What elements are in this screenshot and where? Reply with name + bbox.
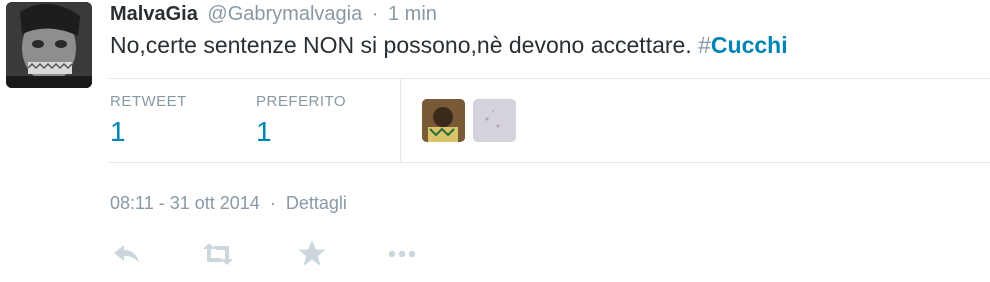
author-avatar-image — [6, 2, 92, 88]
reply-button[interactable] — [108, 236, 144, 272]
favorite-stat-label: PREFERITO — [256, 93, 347, 110]
tweet-timestamp[interactable]: 08:11 - 31 ott 2014 — [110, 193, 260, 213]
hashtag-link[interactable]: #Cucchi — [698, 32, 787, 58]
user-avatar-2[interactable] — [473, 99, 516, 142]
user-avatar-1[interactable] — [422, 99, 465, 142]
tweet-text: No,certe sentenze NON si possono,nè devo… — [110, 32, 788, 59]
author-fullname[interactable]: MalvaGia — [110, 3, 198, 25]
retweet-icon — [203, 243, 233, 265]
hashtag-text: Cucchi — [710, 32, 788, 58]
details-link[interactable]: Dettagli — [286, 193, 347, 213]
tweet-time-ago[interactable]: 1 min — [388, 3, 437, 25]
retweet-button[interactable] — [200, 236, 236, 272]
hashtag-symbol: # — [698, 32, 711, 58]
retweet-stat[interactable]: RETWEET 1 — [110, 93, 187, 148]
retweet-stat-label: RETWEET — [110, 93, 187, 110]
stats-vertical-separator — [400, 79, 401, 162]
tweet-metadata: 08:11 - 31 ott 2014 · Dettagli — [110, 193, 347, 214]
author-avatar[interactable] — [6, 2, 92, 88]
stats-divider-top — [108, 78, 990, 79]
favorite-stat-count: 1 — [256, 116, 272, 147]
header-separator: · — [371, 3, 379, 25]
metadata-separator: · — [269, 193, 276, 213]
stats-divider-bottom — [108, 162, 990, 163]
reply-icon — [114, 245, 139, 263]
more-button[interactable] — [384, 236, 420, 272]
user-avatar-1-image — [422, 99, 465, 142]
favorite-star-icon — [298, 240, 326, 266]
favorite-stat[interactable]: PREFERITO 1 — [256, 93, 346, 148]
retweet-stat-count: 1 — [110, 116, 126, 147]
more-icon — [388, 250, 416, 258]
favorite-button[interactable] — [294, 236, 330, 272]
tweet-header: MalvaGia @Gabrymalvagia · 1 min — [110, 3, 437, 26]
user-avatar-2-image — [473, 99, 516, 142]
tweet-text-body: No,certe sentenze NON si possono,nè devo… — [110, 32, 699, 58]
author-username[interactable]: @Gabrymalvagia — [207, 3, 362, 25]
